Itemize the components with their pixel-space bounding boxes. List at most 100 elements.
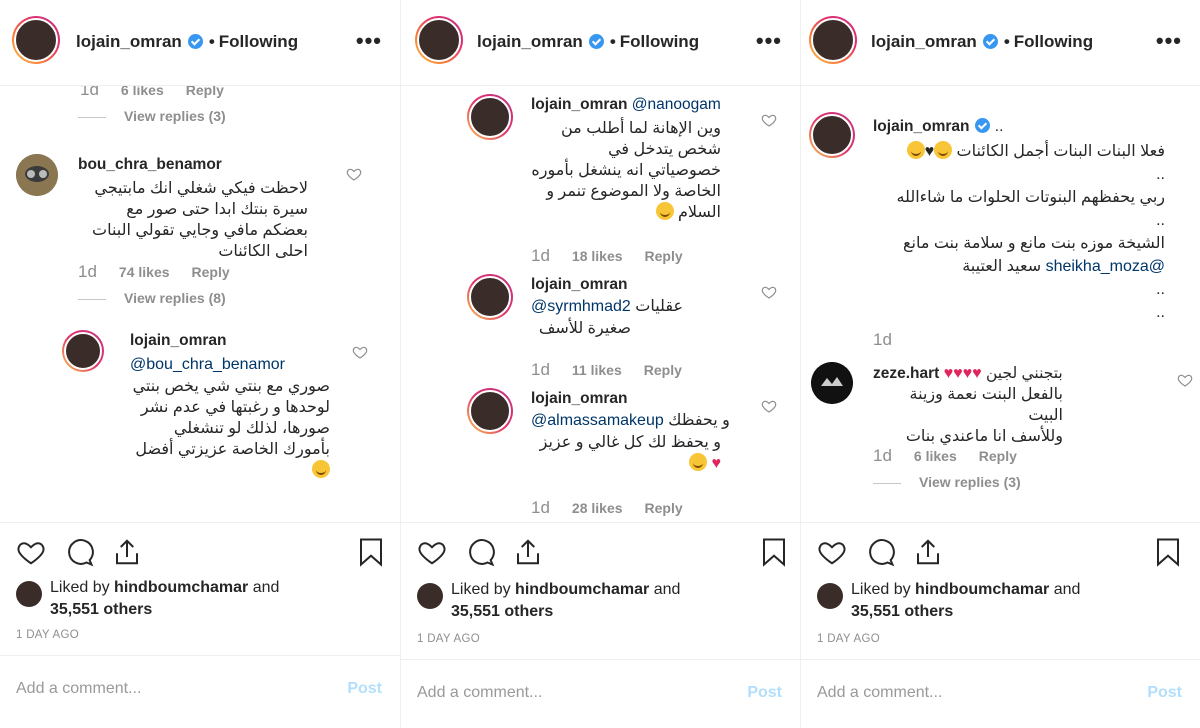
more-options-icon[interactable]: ••• [356,28,382,54]
commenter-avatar[interactable] [16,154,58,196]
mention-link[interactable]: @nanoogam [632,96,721,113]
post-actions: Liked by hindboumchamar and 35,551 other… [0,522,400,728]
others-count[interactable]: 35,551 others [50,601,152,618]
header-username[interactable]: lojain_omran [477,32,583,51]
liked-by-and: and [252,579,280,596]
comment-text: لاحظت فيكي شغلي انك مابتيجي سيرة بنتك اب… [92,180,308,260]
heart-eyes-emoji-icon [906,141,925,159]
comment-meta: 1d 6 likes Reply [80,86,224,100]
reply-button[interactable]: Reply [645,248,683,264]
post-timestamp: 1 DAY AGO [16,629,79,641]
others-count[interactable]: 35,551 others [451,603,553,620]
black-heart-emoji-icon: ♥ [924,143,935,160]
commenter-avatar[interactable] [809,112,855,158]
post-comment-button[interactable]: Post [347,680,382,698]
comments-list: 1d 6 likes Reply View replies (3) bou_chra… [0,86,400,522]
mention-link[interactable]: @bou_chra_benamor [130,356,285,373]
header-username[interactable]: lojain_omran [871,32,977,51]
comment-meta: 1d 74 likes Reply [78,262,230,282]
liker-username[interactable]: hindboumchamar [915,581,1049,598]
liker-username[interactable]: hindboumchamar [515,581,649,598]
like-comment-icon[interactable] [761,284,777,300]
share-icon[interactable] [913,537,943,567]
comment-text: و يحفظ لك كل غالي و عزيز [539,434,721,451]
view-replies-button[interactable]: View replies (3) [873,474,1021,490]
following-button[interactable]: Following [620,32,699,51]
commenter-username[interactable]: lojain_omran [531,276,627,294]
add-comment-input[interactable]: Add a comment... [817,684,942,702]
bookmark-icon[interactable] [1155,537,1181,567]
commenter-avatar[interactable] [467,388,513,434]
reply-button[interactable]: Reply [979,448,1017,464]
more-options-icon[interactable]: ••• [1156,28,1182,54]
profile-avatar[interactable] [415,16,463,64]
mention-link[interactable]: @almassamakeup [531,412,664,429]
like-comment-icon[interactable] [761,112,777,128]
comment-text: صوري مع بنتي شي يخص بنتي لوحدها و رغبتها… [132,378,330,458]
add-comment-input[interactable]: Add a comment... [16,680,141,698]
commenter-username[interactable]: lojain_omran [130,332,226,350]
reply-button[interactable]: Reply [644,362,682,378]
post-comment-button[interactable]: Post [1147,684,1182,702]
following-button[interactable]: Following [1014,32,1093,51]
smile-emoji-icon [934,141,953,159]
reply-button[interactable]: Reply [645,500,683,516]
comment-text: وين الإهانة لما أطلب من شخص يتدخل في خصو… [531,120,721,221]
like-heart-icon[interactable] [417,537,447,567]
commenter-avatar[interactable] [467,274,513,320]
bookmark-icon[interactable] [358,537,384,567]
comment-likes[interactable]: 6 likes [121,86,164,98]
like-heart-icon[interactable] [817,537,847,567]
commenter-avatar[interactable] [467,94,513,140]
profile-avatar[interactable] [12,16,60,64]
share-icon[interactable] [513,537,543,567]
post-comment-button[interactable]: Post [747,684,782,702]
comment-likes[interactable]: 11 likes [572,362,622,378]
post-header: lojain_omran • Following ••• [0,0,400,86]
comment-line: ربي يحفظهم البنوتات الحلوات ما شاءالله [896,189,1165,206]
comment-likes[interactable]: 18 likes [572,248,623,264]
comment-ellipsis: .. [994,118,1004,135]
like-comment-icon[interactable] [352,344,368,360]
liker-username[interactable]: hindboumchamar [114,579,248,596]
comment-icon[interactable] [465,537,495,567]
post-header: lojain_omran • Following ••• [401,0,800,86]
following-button[interactable]: Following [219,32,298,51]
commenter-username[interactable]: zeze.hart [873,365,939,382]
comment-likes[interactable]: 28 likes [572,500,623,516]
smile-emoji-icon [312,460,330,478]
like-comment-icon[interactable] [1177,372,1193,388]
bookmark-icon[interactable] [761,537,787,567]
commenter-username[interactable]: lojain_omran [531,390,627,408]
post-panel-1: lojain_omran • Following ••• 1d 6 likes Repl… [0,0,400,728]
red-heart-emoji-icon: ♥♥♥♥ [943,365,982,382]
more-options-icon[interactable]: ••• [756,28,782,54]
commenter-avatar[interactable] [62,330,104,372]
profile-avatar[interactable] [809,16,857,64]
view-replies-button[interactable]: View replies (8) [78,290,226,306]
commenter-username[interactable]: lojain_omran [873,118,969,135]
mention-link[interactable]: @sheikha_moza [1046,258,1165,275]
view-replies-button[interactable]: View replies (3) [78,108,226,124]
like-heart-icon[interactable] [16,537,46,567]
commenter-avatar[interactable] [811,362,853,404]
comment-line: الشيخة موزه بنت مانع و سلامة بنت مانع [902,235,1165,252]
comment-line: .. [1156,212,1165,229]
mention-link[interactable]: @syrmhmad2 [531,298,631,315]
reply-button[interactable]: Reply [186,86,224,98]
reply-button[interactable]: Reply [192,264,230,280]
comment-icon[interactable] [64,537,94,567]
post-header: lojain_omran • Following ••• [801,0,1200,86]
comment-meta: 1d 11 likes Reply [531,360,682,380]
others-count[interactable]: 35,551 others [851,603,953,620]
comment-likes[interactable]: 74 likes [119,264,170,280]
commenter-username[interactable]: lojain_omran [531,96,627,113]
commenter-username[interactable]: bou_chra_benamor [78,156,222,174]
header-username[interactable]: lojain_omran [76,32,182,51]
share-icon[interactable] [112,537,142,567]
like-comment-icon[interactable] [346,166,362,182]
add-comment-input[interactable]: Add a comment... [417,684,542,702]
comment-icon[interactable] [865,537,895,567]
comment-likes[interactable]: 6 likes [914,448,957,464]
like-comment-icon[interactable] [761,398,777,414]
